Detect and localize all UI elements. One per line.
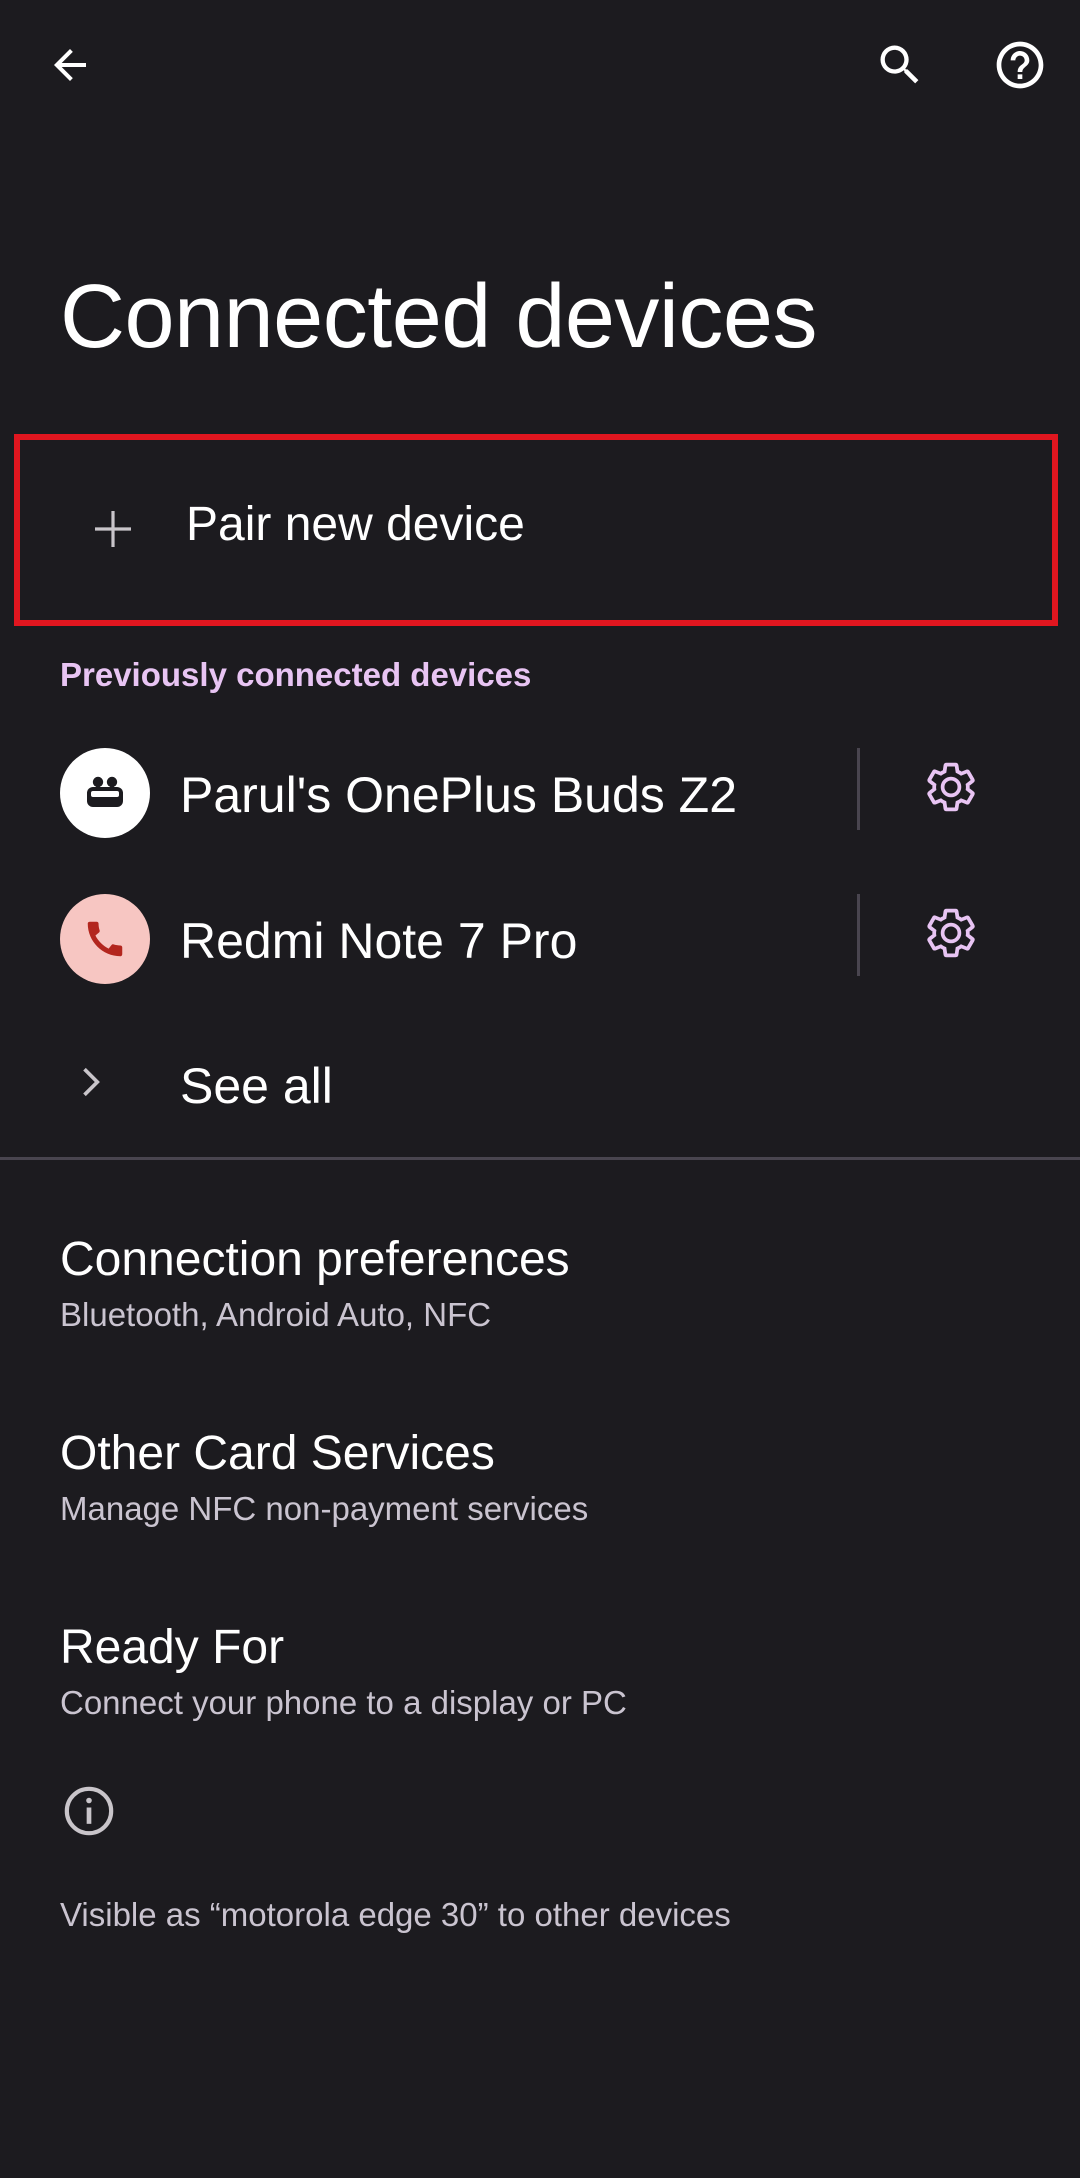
top-app-bar — [0, 0, 1080, 130]
visible-as-text: Visible as “motorola edge 30” to other d… — [60, 1896, 731, 1933]
phone-icon — [60, 894, 150, 984]
connection-preferences-item[interactable]: Connection preferences Bluetooth, Androi… — [0, 1184, 1080, 1374]
help-icon — [996, 41, 1044, 89]
divider — [857, 894, 860, 976]
earbuds-icon — [60, 748, 150, 838]
pref-subtitle: Connect your phone to a display or PC — [60, 1684, 627, 1721]
search-icon — [880, 45, 919, 84]
plus-icon — [70, 486, 156, 572]
ready-for-item[interactable]: Ready For Connect your phone to a displa… — [0, 1572, 1080, 1762]
pair-new-device-button[interactable]: Pair new device — [14, 434, 1058, 626]
search-button[interactable] — [852, 17, 948, 113]
pref-title: Other Card Services — [60, 1427, 495, 1480]
pref-subtitle: Bluetooth, Android Auto, NFC — [60, 1296, 492, 1333]
device-name: Parul's OnePlus Buds Z2 — [180, 767, 738, 823]
section-divider — [0, 1157, 1080, 1160]
gear-icon[interactable] — [906, 742, 996, 832]
arrow-back-icon — [54, 49, 86, 81]
pref-subtitle: Manage NFC non-payment services — [60, 1490, 589, 1527]
device-row-redmi-note[interactable]: Redmi Note 7 Pro — [0, 866, 1080, 1012]
info-icon — [58, 1780, 120, 1842]
divider — [857, 748, 860, 830]
device-row-oneplus-buds[interactable]: Parul's OnePlus Buds Z2 — [0, 720, 1080, 866]
gear-icon[interactable] — [906, 888, 996, 978]
back-button[interactable] — [22, 17, 118, 113]
previously-connected-header: Previously connected devices — [60, 656, 532, 693]
other-card-services-item[interactable]: Other Card Services Manage NFC non-payme… — [0, 1378, 1080, 1568]
see-all-button[interactable]: See all — [0, 1010, 1080, 1160]
connected-devices-screen: Connected devices Pair new device Previo… — [0, 0, 1080, 2178]
pref-title: Connection preferences — [60, 1233, 570, 1286]
pref-title: Ready For — [60, 1621, 285, 1674]
page-title: Connected devices — [60, 267, 817, 367]
chevron-right-icon — [60, 1052, 120, 1112]
see-all-label: See all — [180, 1058, 333, 1114]
device-name: Redmi Note 7 Pro — [180, 913, 578, 969]
pair-new-device-label: Pair new device — [186, 498, 525, 551]
help-button[interactable] — [972, 17, 1068, 113]
